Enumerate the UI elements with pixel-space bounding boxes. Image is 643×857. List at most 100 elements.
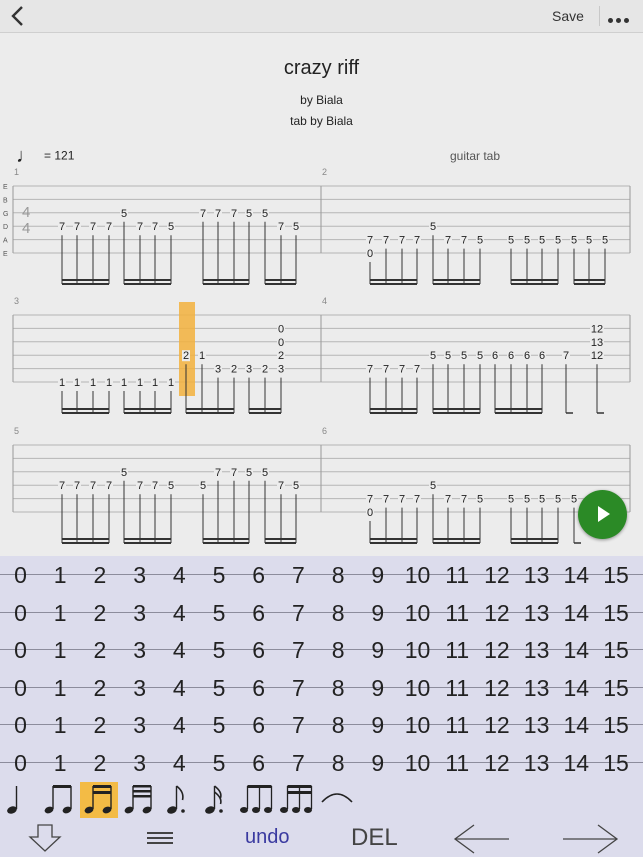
fret-key-13[interactable]: 13 — [517, 673, 556, 703]
fret-key-4[interactable]: 4 — [160, 598, 199, 628]
fret-key-2[interactable]: 2 — [80, 673, 119, 703]
fret-key-3[interactable]: 3 — [120, 748, 159, 778]
fret-key-3[interactable]: 3 — [120, 673, 159, 703]
fret-key-7[interactable]: 7 — [279, 710, 318, 740]
fret-key-13[interactable]: 13 — [517, 635, 556, 665]
fret-key-6[interactable]: 6 — [239, 710, 278, 740]
fret-key-7[interactable]: 7 — [279, 748, 318, 778]
duration-eighth-button[interactable] — [40, 782, 78, 818]
fret-key-5[interactable]: 5 — [200, 748, 239, 778]
fret-key-5[interactable]: 5 — [200, 560, 239, 590]
fret-key-6[interactable]: 6 — [239, 598, 278, 628]
hide-keypad-button[interactable] — [26, 823, 64, 853]
fret-key-10[interactable]: 10 — [398, 598, 437, 628]
fret-key-1[interactable]: 1 — [41, 673, 80, 703]
fret-key-12[interactable]: 12 — [477, 673, 516, 703]
fret-key-10[interactable]: 10 — [398, 635, 437, 665]
fret-key-1[interactable]: 1 — [41, 748, 80, 778]
fret-key-11[interactable]: 11 — [438, 673, 477, 703]
fret-key-8[interactable]: 8 — [319, 748, 358, 778]
fret-key-10[interactable]: 10 — [398, 748, 437, 778]
duration-sixteenth-triplet-button[interactable] — [278, 782, 316, 818]
fret-key-4[interactable]: 4 — [160, 710, 199, 740]
fret-key-11[interactable]: 11 — [438, 748, 477, 778]
fret-key-11[interactable]: 11 — [438, 598, 477, 628]
fret-key-3[interactable]: 3 — [120, 598, 159, 628]
fret-key-8[interactable]: 8 — [319, 560, 358, 590]
fret-key-13[interactable]: 13 — [517, 710, 556, 740]
fret-key-6[interactable]: 6 — [239, 560, 278, 590]
fret-key-9[interactable]: 9 — [358, 710, 397, 740]
fret-key-5[interactable]: 5 — [200, 598, 239, 628]
fret-key-12[interactable]: 12 — [477, 635, 516, 665]
fret-key-1[interactable]: 1 — [41, 710, 80, 740]
fret-key-7[interactable]: 7 — [279, 560, 318, 590]
fret-key-4[interactable]: 4 — [160, 673, 199, 703]
fret-key-9[interactable]: 9 — [358, 598, 397, 628]
fret-key-10[interactable]: 10 — [398, 673, 437, 703]
fret-key-2[interactable]: 2 — [80, 748, 119, 778]
fret-key-1[interactable]: 1 — [41, 635, 80, 665]
fret-key-12[interactable]: 12 — [477, 748, 516, 778]
fret-key-13[interactable]: 13 — [517, 560, 556, 590]
fret-key-1[interactable]: 1 — [41, 598, 80, 628]
fret-key-8[interactable]: 8 — [319, 598, 358, 628]
fret-key-14[interactable]: 14 — [557, 635, 596, 665]
fret-key-1[interactable]: 1 — [41, 560, 80, 590]
fret-key-8[interactable]: 8 — [319, 635, 358, 665]
fret-key-0[interactable]: 0 — [1, 748, 40, 778]
fret-key-11[interactable]: 11 — [438, 710, 477, 740]
fret-key-3[interactable]: 3 — [120, 635, 159, 665]
fret-key-2[interactable]: 2 — [80, 710, 119, 740]
fret-key-14[interactable]: 14 — [557, 748, 596, 778]
duration-quarter-button[interactable] — [0, 782, 38, 818]
fret-key-0[interactable]: 0 — [1, 635, 40, 665]
fret-key-5[interactable]: 5 — [200, 635, 239, 665]
fret-key-15[interactable]: 15 — [597, 710, 636, 740]
fret-key-12[interactable]: 12 — [477, 598, 516, 628]
fret-key-2[interactable]: 2 — [80, 635, 119, 665]
fret-key-10[interactable]: 10 — [398, 710, 437, 740]
fret-key-0[interactable]: 0 — [1, 560, 40, 590]
fret-key-15[interactable]: 15 — [597, 748, 636, 778]
fret-key-15[interactable]: 15 — [597, 598, 636, 628]
save-button[interactable]: Save — [552, 8, 584, 24]
fret-key-9[interactable]: 9 — [358, 748, 397, 778]
fret-key-2[interactable]: 2 — [80, 598, 119, 628]
fret-key-2[interactable]: 2 — [80, 560, 119, 590]
fret-key-9[interactable]: 9 — [358, 673, 397, 703]
fret-key-5[interactable]: 5 — [200, 710, 239, 740]
duration-eighth-triplet-button[interactable] — [238, 782, 276, 818]
fret-key-4[interactable]: 4 — [160, 748, 199, 778]
fret-key-12[interactable]: 12 — [477, 710, 516, 740]
undo-button[interactable]: undo — [245, 826, 290, 849]
fret-key-15[interactable]: 15 — [597, 635, 636, 665]
duration-dotted-sixteenth-button[interactable] — [198, 782, 236, 818]
fret-key-15[interactable]: 15 — [597, 673, 636, 703]
fret-key-10[interactable]: 10 — [398, 560, 437, 590]
fret-key-7[interactable]: 7 — [279, 635, 318, 665]
fret-key-6[interactable]: 6 — [239, 635, 278, 665]
cursor-right-button[interactable] — [560, 823, 620, 855]
tab-score[interactable]: crazy riff by Biala tab by Biala ♩ = 121 … — [0, 33, 643, 555]
cursor-left-button[interactable] — [452, 823, 512, 855]
duration-sixteenth-button[interactable] — [80, 782, 118, 818]
more-options-button[interactable] — [608, 10, 634, 23]
duration-tie-button[interactable] — [318, 782, 356, 818]
fret-key-15[interactable]: 15 — [597, 560, 636, 590]
fret-key-11[interactable]: 11 — [438, 635, 477, 665]
fret-key-4[interactable]: 4 — [160, 560, 199, 590]
fret-key-3[interactable]: 3 — [120, 710, 159, 740]
fret-key-8[interactable]: 8 — [319, 673, 358, 703]
fret-key-14[interactable]: 14 — [557, 560, 596, 590]
fret-key-13[interactable]: 13 — [517, 748, 556, 778]
fret-key-0[interactable]: 0 — [1, 710, 40, 740]
fret-key-7[interactable]: 7 — [279, 673, 318, 703]
duration-dotted-eighth-button[interactable] — [160, 782, 198, 818]
menu-button[interactable] — [146, 828, 174, 848]
fret-key-0[interactable]: 0 — [1, 598, 40, 628]
delete-button[interactable]: DEL — [351, 824, 398, 852]
fret-key-9[interactable]: 9 — [358, 635, 397, 665]
fret-key-3[interactable]: 3 — [120, 560, 159, 590]
fret-key-9[interactable]: 9 — [358, 560, 397, 590]
